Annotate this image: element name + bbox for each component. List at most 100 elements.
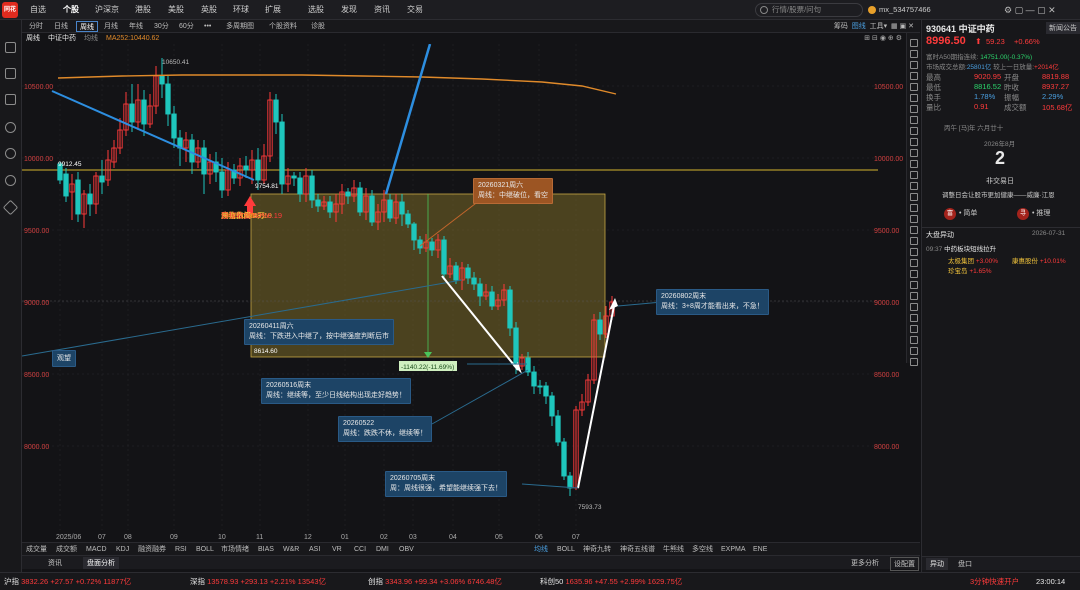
drawing-tool-icon[interactable]	[910, 358, 918, 366]
more-analysis-button[interactable]: 更多分析	[851, 558, 879, 568]
drawing-tool-icon[interactable]	[910, 259, 918, 267]
indicator-tab[interactable]: W&R	[283, 544, 299, 555]
status-index-cy[interactable]: 创指 3343.96 +99.34 +3.06% 6746.48亿	[368, 573, 502, 590]
drawing-tool-icon[interactable]	[910, 292, 918, 300]
indicator-tab[interactable]: 成交额	[56, 544, 77, 555]
indicator-tab[interactable]: KDJ	[116, 544, 129, 555]
nav-item[interactable]: 选股	[308, 0, 324, 20]
nav-item[interactable]: 自选	[30, 0, 46, 20]
drawing-tool-icon[interactable]	[910, 127, 918, 135]
nav-item[interactable]: 港股	[135, 0, 151, 20]
indicator-tab[interactable]: BIAS	[258, 544, 274, 555]
drawing-tool-icon[interactable]	[910, 270, 918, 278]
home-icon[interactable]	[5, 42, 16, 53]
period-tab[interactable]: 分时	[26, 21, 46, 32]
indicator-tab[interactable]: DMI	[376, 544, 389, 555]
drawing-tool-icon[interactable]	[910, 325, 918, 333]
note-20260705[interactable]: 20260705周末 周：周线很强，希望能继续强下去！	[385, 471, 507, 497]
note-20260411[interactable]: 20260411周六 周线：下跌进入中继了，按中继强度判断后市	[244, 319, 394, 345]
drawing-tool-icon[interactable]	[910, 94, 918, 102]
chip-button[interactable]: 筹码	[834, 23, 848, 30]
settings-button[interactable]: 设配置	[890, 557, 919, 571]
period-tab[interactable]: 日线	[51, 21, 71, 32]
drawing-tool-icon[interactable]	[910, 314, 918, 322]
indicator-tab[interactable]: OBV	[399, 544, 414, 555]
drawing-tool-icon[interactable]	[910, 171, 918, 179]
window-controls[interactable]: ⚙ ▢ — ▢ ✕	[1004, 0, 1056, 20]
user-account[interactable]: mx_534757466	[868, 3, 931, 17]
drawing-tool-icon[interactable]	[910, 193, 918, 201]
news-icon[interactable]	[5, 94, 16, 105]
news-stock[interactable]: 康惠股份 +10.01%	[1012, 255, 1066, 265]
tab-orderbook[interactable]: 盘口	[958, 559, 972, 569]
nav-item[interactable]: 扩展	[265, 0, 281, 20]
note-20260321[interactable]: 20260321周六 周线：中继破位，看空	[473, 178, 553, 204]
drawing-tool-icon[interactable]	[910, 149, 918, 157]
tab-analysis[interactable]: 盘面分析	[83, 557, 119, 569]
nav-item[interactable]: 沪深京	[95, 0, 119, 20]
note-20260522[interactable]: 20260522 周线：跌跌不休，继续等！	[338, 416, 432, 442]
period-tab[interactable]: 多周期图	[223, 21, 257, 32]
reason-button[interactable]: 寻 • 推理	[1017, 208, 1050, 220]
indicator-tab[interactable]: 牛熊线	[663, 544, 684, 555]
period-tab[interactable]: 年线	[126, 21, 146, 32]
drawing-tool-icon[interactable]	[910, 50, 918, 58]
status-index-kc50[interactable]: 科创50 1635.96 +47.55 +2.99% 1629.75亿	[540, 573, 682, 590]
lines-button[interactable]: 图线	[852, 23, 866, 30]
drawing-tool-icon[interactable]	[910, 83, 918, 91]
indicator-tab[interactable]: ASI	[309, 544, 320, 555]
drawing-tool-icon[interactable]	[910, 204, 918, 212]
drawing-tool-icon[interactable]	[910, 160, 918, 168]
nav-item[interactable]: 英股	[201, 0, 217, 20]
period-tab[interactable]: 30分	[151, 21, 172, 32]
note-20260516[interactable]: 20260516周末 周线：继续等，至少日线结构出现走好趋势！	[261, 378, 411, 404]
nav-item[interactable]: 美股	[168, 0, 184, 20]
drawing-tool-icon[interactable]	[910, 347, 918, 355]
drawing-tool-icon[interactable]	[910, 215, 918, 223]
tab-abnormal[interactable]: 异动	[926, 558, 948, 570]
period-tab[interactable]: 周线	[76, 21, 98, 32]
drawing-tool-icon[interactable]	[910, 182, 918, 190]
indicator-tab[interactable]: ENE	[753, 544, 767, 555]
indicator-tab[interactable]: MACD	[86, 544, 107, 555]
simple-button[interactable]: 富 • 简单	[944, 208, 977, 220]
indicator-tab[interactable]: CCI	[354, 544, 366, 555]
nav-item[interactable]: 环球	[233, 0, 249, 20]
drawing-tool-icon[interactable]	[910, 303, 918, 311]
indicator-tab[interactable]: RSI	[175, 544, 187, 555]
drawing-tool-icon[interactable]	[910, 248, 918, 256]
indicator-tab[interactable]: BOLL	[557, 544, 575, 555]
indicator-tab[interactable]: 成交量	[26, 544, 47, 555]
tab-news[interactable]: 资讯	[48, 558, 62, 568]
zoom-icons[interactable]: ⊞ ⊟ ◉ ⊕ ⚙	[864, 33, 902, 44]
news-headline[interactable]: 中药板块短线拉升	[944, 246, 996, 253]
period-tab[interactable]: 个股资料	[266, 21, 300, 32]
nav-item[interactable]: 交易	[407, 0, 423, 20]
period-tab[interactable]: 60分	[176, 21, 197, 32]
drawing-tool-icon[interactable]	[910, 336, 918, 344]
indicator-tab[interactable]: 神奇九转	[583, 544, 611, 555]
chart-tools[interactable]: 筹码 图线 工具▾ ▦ ▣ ✕	[834, 21, 914, 32]
trade-icon[interactable]	[5, 148, 16, 159]
open-account-link[interactable]: 3分钟快速开户	[970, 573, 1019, 590]
drawing-tool-icon[interactable]	[910, 72, 918, 80]
status-index-sh[interactable]: 沪指 3832.26 +27.57 +0.72% 11877亿	[4, 573, 131, 590]
drawing-tool-icon[interactable]	[910, 61, 918, 69]
grid-icon[interactable]: ▦ ▣ ✕	[891, 23, 914, 30]
nav-item[interactable]: 资讯	[374, 0, 390, 20]
app-logo-icon[interactable]: 同花顺	[2, 2, 18, 29]
indicator-tab[interactable]: 多空线	[692, 544, 713, 555]
indicator-tab[interactable]: EXPMA	[721, 544, 746, 555]
indicator-tab[interactable]: 均线	[534, 544, 548, 555]
period-tab[interactable]: 诊股	[308, 21, 328, 32]
gem-icon[interactable]	[2, 199, 19, 216]
drawing-tool-icon[interactable]	[910, 237, 918, 245]
candlestick-chart[interactable]: 10500.00 10500.00 10000.00 10000.00 9500.00 9…	[22, 44, 920, 542]
status-index-sz[interactable]: 深指 13578.93 +293.13 +2.21% 13543亿	[190, 573, 326, 590]
drawing-tool-icon[interactable]	[910, 138, 918, 146]
drawing-tool-icon[interactable]	[910, 281, 918, 289]
drawing-tool-icon[interactable]	[910, 226, 918, 234]
search-input[interactable]: 行情/股票/问句	[755, 3, 863, 17]
drawing-tool-icon[interactable]	[910, 116, 918, 124]
drawing-tool-icon[interactable]	[910, 39, 918, 47]
